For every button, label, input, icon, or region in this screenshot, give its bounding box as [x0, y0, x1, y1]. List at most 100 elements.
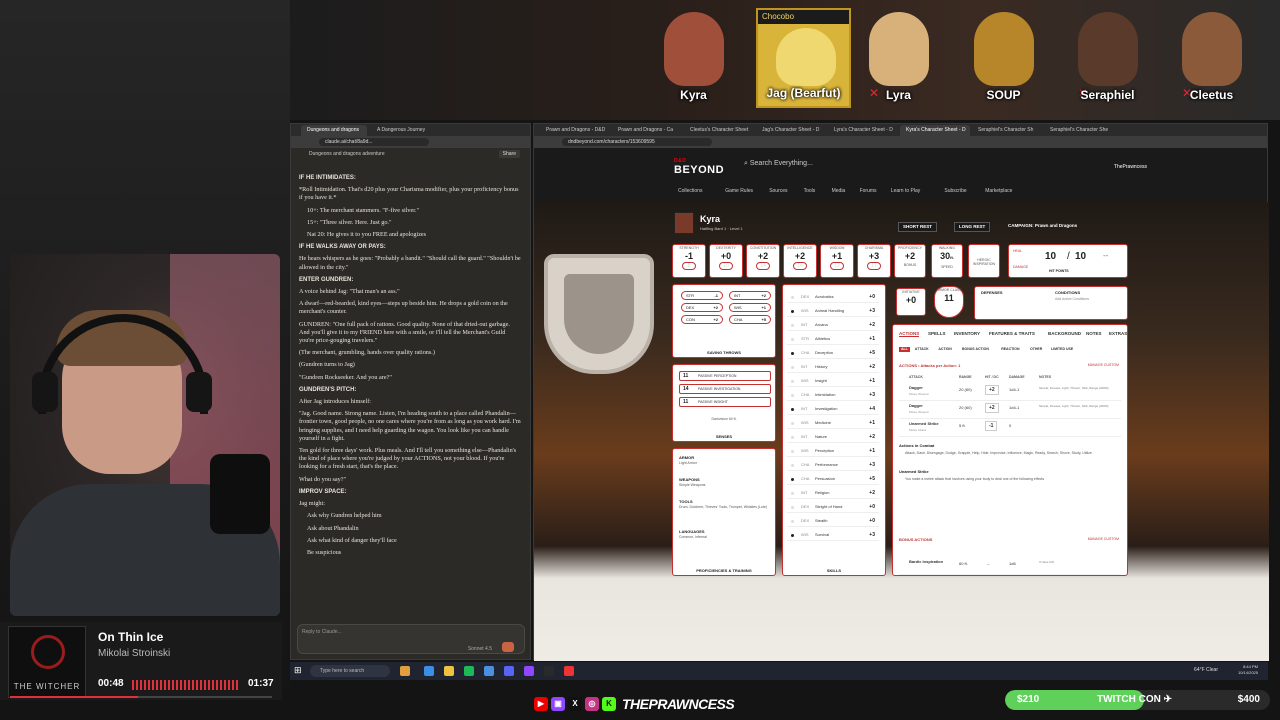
attack-row[interactable]: Unarmed Strike Melee Attack 5 ft. -1 0 — [899, 419, 1121, 437]
tab-dnd-1[interactable]: Prawn and Dragons - Ca — [612, 125, 682, 136]
tab-features-traits[interactable]: FEATURES & TRAITS — [989, 331, 1035, 336]
tab-actions[interactable]: ACTIONS — [899, 331, 920, 337]
taskbar-search[interactable]: Type here to search — [310, 665, 390, 677]
manage-custom-link[interactable]: MANAGE CUSTOM — [1088, 363, 1119, 367]
windows-start-icon[interactable]: ⊞ — [294, 665, 302, 676]
filter-action[interactable]: ACTION — [938, 347, 951, 351]
file-explorer-icon[interactable] — [444, 666, 454, 676]
skill-acrobatics[interactable]: DEX Acrobatics +0 — [787, 291, 879, 303]
campaign-link[interactable]: CAMPAIGN: Prawn and Dragons — [1004, 222, 1081, 232]
attack-hit-button[interactable]: +2 — [985, 385, 999, 395]
tab-inventory[interactable]: INVENTORY — [954, 331, 980, 336]
skill-persuasion[interactable]: CHA Persuasion +5 — [787, 473, 879, 485]
skill-animal-handling[interactable]: WIS Animal Handling +3 — [787, 305, 879, 317]
armor-class[interactable]: ARMOR CLASS 11 — [934, 286, 964, 318]
saving-throw-cha[interactable]: CHA +5 — [729, 315, 771, 324]
tab-dangerous-journey[interactable]: A Dangerous Journey — [371, 125, 441, 136]
skill-arcana[interactable]: INT Arcana +2 — [787, 319, 879, 331]
attack-row[interactable]: Dagger Melee Weapon 20 (60) +2 1d4-1 Simple, … — [899, 401, 1121, 419]
filter-all[interactable]: ALL — [899, 347, 910, 352]
user-menu[interactable]: ThePrawncess — [1114, 164, 1147, 170]
tab-dnd-4[interactable]: Lyra's Character Sheet - D — [828, 125, 898, 136]
record-icon[interactable] — [564, 666, 574, 676]
skill-intimidation[interactable]: CHA Intimidation +3 — [787, 389, 879, 401]
ability-constitution[interactable]: CONSTITUTION +2 14 — [746, 244, 780, 278]
url-field[interactable]: claude.ai/chat/8a9d... — [319, 138, 429, 146]
skill-nature[interactable]: INT Nature +2 — [787, 431, 879, 443]
nav-item-collections[interactable]: Collections — [678, 188, 702, 194]
dndbeyond-logo[interactable]: D&D BEYOND — [674, 158, 724, 176]
widget-icon[interactable] — [400, 666, 410, 676]
filter-bonus-action[interactable]: BONUS ACTION — [962, 347, 989, 351]
tab-notes[interactable]: NOTES — [1086, 331, 1102, 336]
nav-item-learn-to-play[interactable]: Learn to Play — [891, 188, 920, 194]
short-rest-button[interactable]: SHORT REST — [898, 222, 938, 232]
tab-dnd-7[interactable]: Seraphiel's Character She — [1044, 125, 1114, 136]
skill-athletics[interactable]: STR Athletics +1 — [787, 333, 879, 345]
initiative[interactable]: INITIATIVE +0 — [896, 288, 926, 316]
attack-damage-button[interactable]: 0 — [1009, 423, 1011, 428]
temp-hp[interactable]: -- — [1103, 251, 1108, 260]
saving-throw-wis[interactable]: WIS +1 — [729, 303, 771, 312]
weather[interactable]: 64°F Clear — [1194, 667, 1218, 673]
heal-button[interactable]: HEAL — [1013, 249, 1022, 253]
attack-row[interactable]: Dagger Melee Weapon 20 (60) +2 1d4-1 Simple, … — [899, 383, 1121, 401]
model-selector[interactable]: Sonnet 4.5 — [468, 646, 492, 652]
attack-hit-button[interactable]: +2 — [985, 403, 999, 413]
attack-damage-button[interactable]: 1d4-1 — [1009, 387, 1019, 392]
spotify-icon[interactable] — [464, 666, 474, 676]
filter-reaction[interactable]: REACTION — [1001, 347, 1019, 351]
tab-dnd-2[interactable]: Cleetus's Character Sheet — [684, 125, 754, 136]
tab-spells[interactable]: SPELLS — [928, 331, 946, 336]
tab-dnd-0[interactable]: Prawn and Dragons - D&D — [540, 125, 610, 136]
skill-performance[interactable]: CHA Performance +3 — [787, 459, 879, 471]
nav-item-subscribe[interactable]: Subscribe — [944, 188, 966, 194]
filter-other[interactable]: OTHER — [1030, 347, 1042, 351]
url-field[interactable]: dndbeyond.com/characters/153609595 — [562, 138, 712, 146]
tab-extras[interactable]: EXTRAS — [1109, 331, 1127, 336]
ability-intelligence[interactable]: INTELLIGENCE +2 14 — [783, 244, 817, 278]
saving-throw-con[interactable]: CON +2 — [681, 315, 723, 324]
skill-survival[interactable]: WIS Survival +3 — [787, 529, 879, 541]
ability-charisma[interactable]: CHARISMA +3 17 — [857, 244, 891, 278]
filter-limited-use[interactable]: LIMITED USE — [1051, 347, 1073, 351]
filter-attack[interactable]: ATTACK — [915, 347, 929, 351]
skill-religion[interactable]: INT Religion +2 — [787, 487, 879, 499]
twitch-icon[interactable] — [524, 666, 534, 676]
nav-item-sources[interactable]: Sources — [769, 188, 787, 194]
skill-history[interactable]: INT History +2 — [787, 361, 879, 373]
skill-sleight-of-hand[interactable]: DEX Sleight of Hand +0 — [787, 501, 879, 513]
add-conditions-link[interactable]: Add Active Conditions — [1055, 297, 1089, 301]
saving-throw-int[interactable]: INT +2 — [729, 291, 771, 300]
chrome-icon[interactable] — [484, 666, 494, 676]
nav-item-media[interactable]: Media — [832, 188, 846, 194]
tab-claude-dnd[interactable]: Dungeons and dragons — [301, 125, 367, 136]
ability-strength[interactable]: STRENGTH -1 8 — [672, 244, 706, 278]
skill-perception[interactable]: WIS Perception +1 — [787, 445, 879, 457]
saving-throw-str[interactable]: STR -1 — [681, 291, 723, 300]
obs-icon[interactable] — [544, 666, 554, 676]
site-search[interactable]: ⌕ Search Everything... — [744, 160, 813, 168]
nav-item-forums[interactable]: Forums — [860, 188, 877, 194]
attack-hit-button[interactable]: -1 — [985, 421, 998, 431]
ability-dexterity[interactable]: DEXTERITY +0 10 — [709, 244, 743, 278]
ability-wisdom[interactable]: WISDOM +1 12 — [820, 244, 854, 278]
nav-item-marketplace[interactable]: Marketplace — [985, 188, 1012, 194]
character-avatar[interactable] — [674, 212, 694, 234]
send-button[interactable] — [502, 642, 514, 652]
nav-item-tools[interactable]: Tools — [804, 188, 816, 194]
bonus-action-row[interactable]: Bardic Inspiration 60 ft. -- 1d6 3 Uses … — [899, 557, 1121, 575]
skill-investigation[interactable]: INT Investigation +4 — [787, 403, 879, 415]
attack-damage-button[interactable]: 1d4-1 — [1009, 405, 1019, 410]
share-button[interactable]: Share — [498, 150, 520, 158]
damage-button[interactable]: DAMAGE — [1013, 265, 1028, 269]
tab-dnd-3[interactable]: Jag's Character Sheet - D — [756, 125, 826, 136]
skill-insight[interactable]: WIS Insight +1 — [787, 375, 879, 387]
clock[interactable]: 8:44 PM 10/14/2025 — [1238, 664, 1258, 676]
manage-custom-link[interactable]: MANAGE CUSTOM — [1088, 537, 1119, 541]
skill-stealth[interactable]: DEX Stealth +0 — [787, 515, 879, 527]
tab-dnd-5[interactable]: Kyra's Character Sheet - D — [900, 125, 970, 136]
heroic-inspiration[interactable]: HEROIC INSPIRATION — [968, 244, 1000, 278]
tab-dnd-6[interactable]: Seraphiel's Character Sh — [972, 125, 1042, 136]
long-rest-button[interactable]: LONG REST — [954, 222, 991, 232]
